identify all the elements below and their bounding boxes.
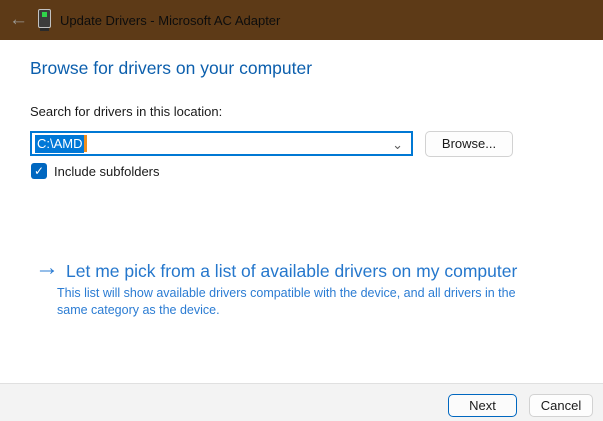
window-title: Update Drivers - Microsoft AC Adapter xyxy=(60,13,280,28)
ac-adapter-device-icon xyxy=(38,9,52,31)
text-caret xyxy=(84,135,87,152)
driver-location-combobox[interactable]: C:\AMD ⌄ xyxy=(30,131,413,156)
browse-button[interactable]: Browse... xyxy=(425,131,513,157)
next-button[interactable]: Next xyxy=(448,394,517,417)
driver-location-value[interactable]: C:\AMD xyxy=(35,135,84,153)
update-drivers-dialog: ← Update Drivers - Microsoft AC Adapter … xyxy=(0,0,603,421)
let-me-pick-link[interactable]: Let me pick from a list of available dri… xyxy=(66,261,517,282)
chevron-down-icon[interactable]: ⌄ xyxy=(392,134,403,155)
include-subfolders-row[interactable]: ✓ Include subfolders xyxy=(31,163,160,179)
cancel-button[interactable]: Cancel xyxy=(529,394,593,417)
back-arrow-icon[interactable]: ← xyxy=(9,0,31,40)
titlebar: ← Update Drivers - Microsoft AC Adapter xyxy=(0,0,603,40)
page-title: Browse for drivers on your computer xyxy=(30,58,312,79)
search-location-label: Search for drivers in this location: xyxy=(30,104,222,119)
include-subfolders-checkbox[interactable]: ✓ xyxy=(31,163,47,179)
right-arrow-icon[interactable]: → xyxy=(35,255,59,281)
let-me-pick-description: This list will show available drivers co… xyxy=(57,285,527,319)
include-subfolders-label: Include subfolders xyxy=(54,164,160,179)
